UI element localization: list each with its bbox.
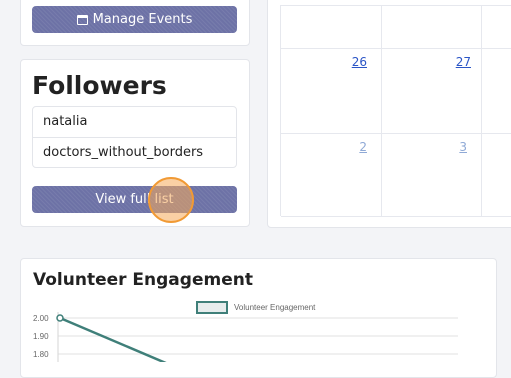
calendar-cell — [481, 134, 511, 217]
calendar-cell: 3 — [381, 134, 482, 217]
calendar-cell: 27 — [381, 49, 482, 134]
view-full-list-button[interactable]: View full list — [32, 186, 237, 213]
calendar-cell — [481, 49, 511, 134]
manage-events-label: Manage Events — [92, 12, 193, 27]
calendar-cell — [381, 6, 482, 49]
calendar-day-link[interactable]: 27 — [456, 55, 471, 69]
volunteer-engagement-title: Volunteer Engagement — [33, 270, 253, 290]
calendar-day-link[interactable]: 3 — [459, 140, 467, 154]
manage-events-button[interactable]: Manage Events — [32, 6, 237, 33]
followers-title: Followers — [32, 71, 167, 100]
calendar-cell: 2 — [281, 134, 382, 217]
calendar-day-link[interactable]: 26 — [352, 55, 367, 69]
calendar-icon — [76, 14, 88, 25]
calendar-grid: 26 27 2 3 — [280, 5, 511, 217]
calendar-cell: 26 — [281, 49, 382, 134]
follower-item[interactable]: natalia — [33, 107, 236, 138]
legend-label: Volunteer Engagement — [234, 303, 316, 312]
calendar-day-link[interactable]: 2 — [359, 140, 367, 154]
click-indicator — [148, 177, 194, 223]
legend-swatch — [196, 301, 228, 314]
calendar-cell — [281, 6, 382, 49]
follower-item[interactable]: doctors_without_borders — [33, 138, 236, 168]
chart-legend: Volunteer Engagement — [196, 301, 315, 314]
calendar-cell — [481, 6, 511, 49]
followers-list: natalia doctors_without_borders — [32, 106, 237, 168]
